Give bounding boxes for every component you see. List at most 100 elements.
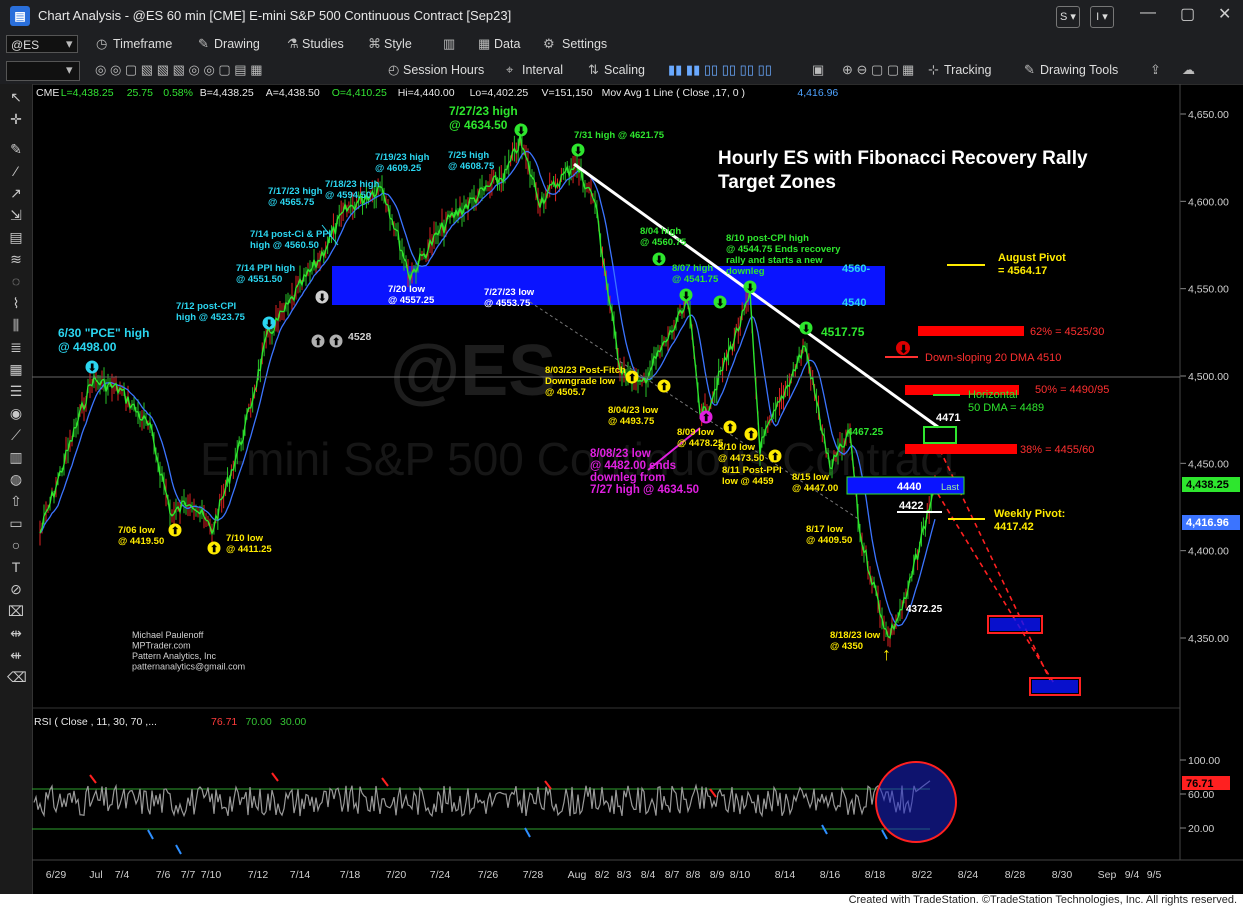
date-tick-label: 7/14 xyxy=(290,869,311,881)
quote-field: Mov Avg 1 Line ( Close ,17, 0 ) xyxy=(602,87,745,99)
up-arrow-icon: ⬆ xyxy=(168,523,182,537)
svg-text:⬆: ⬆ xyxy=(726,423,734,434)
svg-text:⬆: ⬆ xyxy=(210,544,218,555)
date-tick-label: 8/30 xyxy=(1052,869,1073,881)
footer: Created with TradeStation. ©TradeStation… xyxy=(0,894,1243,908)
svg-text:⬆: ⬆ xyxy=(702,413,710,424)
annotation-label: 62% = 4525/30 xyxy=(1030,326,1104,338)
annotation-label: 6/30 "PCE" high xyxy=(58,326,149,340)
quote-field: 25.75 xyxy=(127,87,153,99)
rsi-header: RSI ( Close , 11, 30, 70 ,... 76.71 70.00… xyxy=(34,716,306,728)
date-tick-label: 8/3 xyxy=(617,869,632,881)
date-tick-label: 7/12 xyxy=(248,869,269,881)
down-arrow-icon: ⬇ xyxy=(514,123,528,137)
down-arrow-icon: ⬇ xyxy=(799,321,813,335)
chart-title-line2: Target Zones xyxy=(718,172,836,193)
price-chart[interactable]: @ES E-mini S&P 500 Continuous Contract 4… xyxy=(0,0,1243,908)
svg-text:⬆: ⬆ xyxy=(628,373,636,384)
quote-field: 0.58% xyxy=(163,87,193,99)
price-tick-label: 4,650.00 xyxy=(1188,109,1229,121)
quote-field: O=4,410.25 xyxy=(332,87,387,99)
annotation-label: @ 4609.25 xyxy=(375,163,422,174)
annotation-label: @ 4493.75 xyxy=(608,416,655,427)
down-arrow-icon: ⬇ xyxy=(571,143,585,157)
annotation-label: @ 4553.75 xyxy=(484,298,531,309)
svg-text:⬇: ⬇ xyxy=(899,344,908,356)
annotation-label: MPTrader.com xyxy=(132,641,191,651)
date-tick-label: 8/10 xyxy=(730,869,751,881)
rsi-header-field: RSI ( Close , 11, 30, 70 ,... xyxy=(34,716,157,728)
annotation-label: Downgrade low xyxy=(545,376,616,387)
last-price-tag: 4,438.25 xyxy=(1186,479,1229,491)
annotation-label: Weekly Pivot: xyxy=(994,508,1065,520)
date-tick-label: 8/2 xyxy=(595,869,610,881)
rsi-line xyxy=(33,780,931,818)
annotation-label: @ 4447.00 xyxy=(792,483,838,494)
date-tick-label: 8/18 xyxy=(865,869,886,881)
annotation-label: Michael Paulenoff xyxy=(132,630,204,640)
annotation-label: @ 4350 xyxy=(830,641,863,652)
rsi-overbought-segment xyxy=(381,777,389,787)
date-tick-label: 7/6 xyxy=(156,869,171,881)
annotation-label: 7/17/23 high xyxy=(268,186,323,197)
svg-text:⬆: ⬆ xyxy=(332,337,340,348)
annotation-label: 4372.25 xyxy=(906,604,943,615)
annotation-label: @ 4409.50 xyxy=(806,535,852,546)
annotation-label: = 4564.17 xyxy=(998,265,1047,277)
annotation-label: 8/09 low xyxy=(677,427,715,438)
annotation-label: 8/04 high xyxy=(640,226,681,237)
annotation-label: 7/14 PPI high xyxy=(236,263,295,274)
annotation-label: downleg from xyxy=(590,472,665,484)
svg-text:⬇: ⬇ xyxy=(746,283,754,294)
date-axis: 6/29 Jul 7/4 7/6 7/7 7/10 7/12 7/14 7/18 7/20 7/24… xyxy=(46,869,1162,881)
up-arrow-icon: ↑ xyxy=(882,644,891,664)
rsi-tick-label: 100.00 xyxy=(1188,755,1220,767)
rsi-tag: 76.71 xyxy=(1186,778,1214,790)
rsi-oversold-segment xyxy=(147,829,154,840)
annotation-label: 7/14 post-Ci & PPI xyxy=(250,229,331,240)
annotation-label: 8/07 high xyxy=(672,263,713,274)
footer-text: Created with TradeStation. ©TradeStation… xyxy=(848,894,1237,906)
date-tick-label: Aug xyxy=(568,869,587,881)
watermark-name: E-mini S&P 500 Continuous Contract xyxy=(200,433,956,485)
down-arrow-icon: ⬇ xyxy=(315,290,329,304)
rsi-header-field: 70.00 xyxy=(246,716,272,728)
date-tick-label: 8/7 xyxy=(665,869,680,881)
svg-text:⬆: ⬆ xyxy=(747,430,755,441)
annotation-label: 8/10 low xyxy=(718,442,756,453)
annotation-label: low @ 4459 xyxy=(722,476,774,487)
annotation-label: 8/10 post-CPI high xyxy=(726,233,809,244)
annotation-label: @ 4541.75 xyxy=(672,274,719,285)
svg-text:⬆: ⬆ xyxy=(171,526,179,537)
annotation-label: high @ 4523.75 xyxy=(176,312,246,323)
rsi-highlight-circle xyxy=(875,761,957,843)
annotation-label: 7/10 low xyxy=(226,533,264,544)
date-tick-label: 7/4 xyxy=(115,869,130,881)
annotation-label: @ 4411.25 xyxy=(226,544,272,555)
annotation-label: downleg xyxy=(726,266,765,277)
quote-field: L=4,438.25 xyxy=(61,87,114,99)
fib38-bar xyxy=(905,444,1017,454)
rsi-overbought-segment xyxy=(709,788,717,798)
quote-field: Hi=4,440.00 xyxy=(398,87,455,99)
quote-field: Lo=4,402.25 xyxy=(470,87,529,99)
rsi-header-field: 30.00 xyxy=(280,716,306,728)
quote-field: B=4,438.25 xyxy=(200,87,254,99)
down-arrow-icon: ⬇ xyxy=(85,360,99,374)
annotation-label: @ 4505.7 xyxy=(545,387,586,398)
date-tick-label: 8/16 xyxy=(820,869,841,881)
ma-price-tag: 4,416.96 xyxy=(1186,517,1229,529)
rsi-header-field: 76.71 xyxy=(211,716,237,728)
date-tick-label: 8/9 xyxy=(710,869,725,881)
annotation-label: 8/03/23 Post-Fitch xyxy=(545,365,626,376)
up-arrow-icon: ⬆ xyxy=(329,334,343,348)
quote-field: 4,416.96 xyxy=(797,87,838,99)
svg-text:⬆: ⬆ xyxy=(660,382,668,393)
annotation-label: @ 4634.50 xyxy=(449,118,508,132)
annotation-label: 7/25 high xyxy=(448,150,489,161)
annotation-label: @ 4551.50 xyxy=(236,274,282,285)
svg-text:⬇: ⬇ xyxy=(265,319,273,330)
svg-text:⬇: ⬇ xyxy=(574,146,582,157)
price-axis: 4,650.00 4,600.00 4,550.00 4,500.00 4,450.00… xyxy=(1180,109,1229,645)
watermark-symbol: @ES xyxy=(390,331,556,411)
